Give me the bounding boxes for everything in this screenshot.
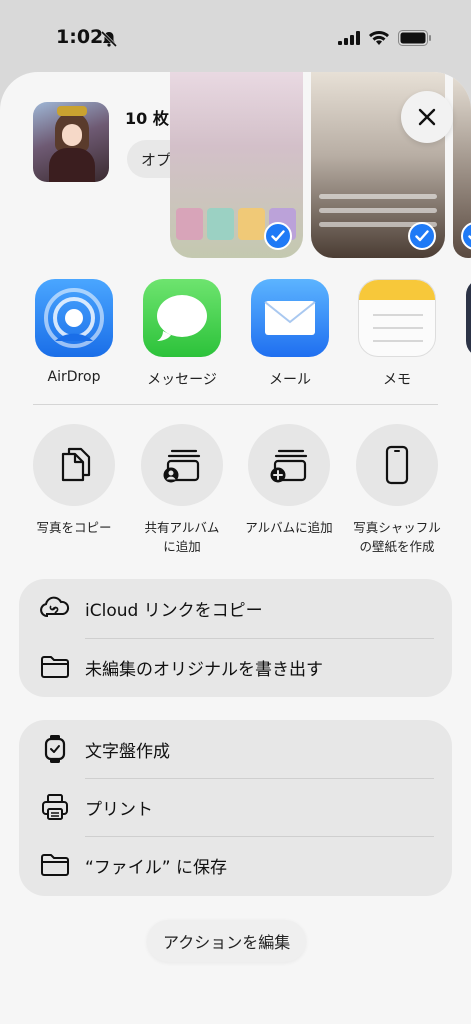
- airdrop-icon: [35, 279, 113, 357]
- wifi-icon: [369, 31, 389, 45]
- watch-icon: [39, 734, 71, 764]
- row-divider: [85, 638, 434, 639]
- share-sheet: 10 枚の写真を選択中 オプション: [0, 72, 471, 1024]
- divider: [33, 404, 438, 405]
- next-app-icon[interactable]: [466, 279, 471, 357]
- action-add-to-album[interactable]: アルバムに追加: [233, 424, 345, 537]
- folder-icon: [39, 652, 71, 682]
- mail-icon: [251, 279, 329, 357]
- action-list-group: 文字盤作成 プリント “ファイル” に保存: [19, 720, 452, 896]
- action-label: 写真シャッフル: [353, 520, 441, 535]
- app-label: メッセージ: [147, 372, 217, 388]
- app-messages[interactable]: メッセージ: [142, 279, 222, 389]
- row-divider: [85, 778, 434, 779]
- checkmark-icon: [264, 222, 292, 250]
- app-label: メモ: [383, 372, 411, 388]
- cellular-signal-icon: [338, 31, 360, 45]
- list-item-icloud-link[interactable]: iCloud リンクをコピー: [19, 579, 452, 638]
- list-item-export-original[interactable]: 未編集のオリジナルを書き出す: [19, 638, 452, 696]
- list-item-label: 未編集のオリジナルを書き出す: [85, 659, 323, 680]
- list-item-save-to-files[interactable]: “ファイル” に保存: [19, 836, 452, 894]
- list-item-label: “ファイル” に保存: [85, 857, 228, 878]
- action-label-line2: の壁紙を作成: [359, 539, 435, 554]
- app-mail[interactable]: メール: [250, 279, 330, 389]
- phone-icon: [385, 445, 409, 485]
- folder-icon: [39, 850, 71, 880]
- action-label: 共有アルバム: [144, 520, 220, 535]
- app-notes[interactable]: メモ: [357, 279, 437, 389]
- messages-icon: [143, 279, 221, 357]
- close-button[interactable]: [401, 91, 453, 143]
- list-item-print[interactable]: プリント: [19, 778, 452, 836]
- status-bar: 1:02: [0, 0, 471, 70]
- action-label-line2: に追加: [163, 539, 201, 554]
- checkmark-icon: [408, 222, 436, 250]
- edit-actions-button[interactable]: アクションを編集: [147, 920, 307, 962]
- bell-slash-icon: [100, 30, 118, 48]
- app-label: メール: [269, 372, 311, 388]
- icloud-link-icon: [39, 593, 71, 623]
- row-divider: [85, 836, 434, 837]
- battery-icon: [398, 30, 431, 46]
- action-photo-shuffle-wallpaper[interactable]: 写真シャッフル の壁紙を作成: [341, 424, 453, 556]
- selected-photo-thumbnail: [33, 102, 109, 182]
- action-shared-album[interactable]: 共有アルバム に追加: [126, 424, 238, 556]
- list-item-label: 文字盤作成: [85, 741, 170, 762]
- shared-album-icon: [163, 449, 201, 483]
- status-time: 1:02: [56, 26, 104, 48]
- add-album-icon: [270, 449, 308, 483]
- printer-icon: [39, 792, 71, 822]
- list-item-label: iCloud リンクをコピー: [85, 601, 263, 621]
- action-label: 写真をコピー: [36, 520, 112, 535]
- action-label: アルバムに追加: [245, 520, 333, 535]
- app-airdrop[interactable]: AirDrop: [34, 279, 114, 385]
- action-copy-photo[interactable]: 写真をコピー: [18, 424, 130, 537]
- list-item-create-watch-face[interactable]: 文字盤作成: [19, 720, 452, 778]
- app-label: AirDrop: [47, 369, 101, 385]
- close-icon: [418, 108, 436, 126]
- notes-icon: [358, 279, 436, 357]
- list-item-label: プリント: [85, 799, 153, 820]
- copy-photo-icon: [61, 447, 91, 482]
- action-list-group: iCloud リンクをコピー 未編集のオリジナルを書き出す: [19, 579, 452, 697]
